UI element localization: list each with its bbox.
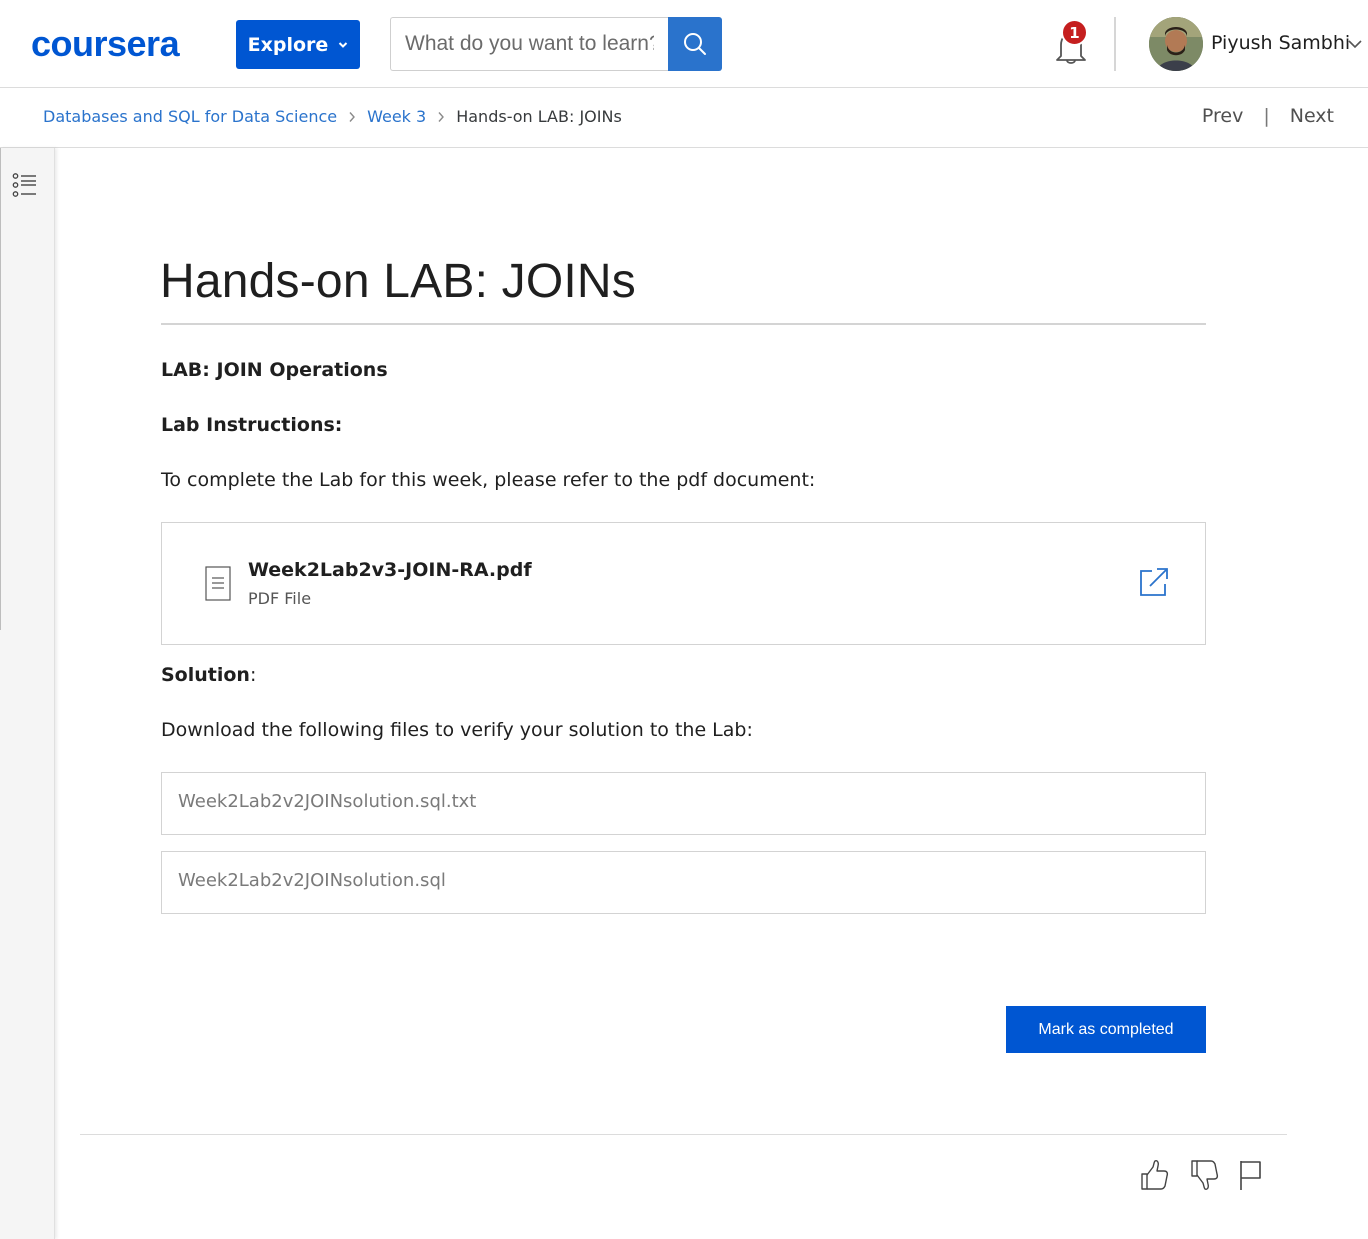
breadcrumb-current: Hands-on LAB: JOINs <box>456 107 622 126</box>
chevron-right-icon <box>349 111 356 122</box>
search-input[interactable] <box>390 17 668 71</box>
prev-button[interactable]: Prev <box>1202 105 1243 127</box>
solution-heading-text: Solution <box>161 664 250 686</box>
explore-button[interactable]: Explore <box>236 20 360 69</box>
chevron-down-icon[interactable] <box>1347 38 1363 50</box>
breadcrumb-week-link[interactable]: Week 3 <box>367 107 426 126</box>
breadcrumb-course-link[interactable]: Databases and SQL for Data Science <box>43 107 337 126</box>
course-outline-rail <box>0 148 55 1239</box>
external-link-icon[interactable] <box>1139 567 1169 597</box>
breadcrumb: Databases and SQL for Data Science Week … <box>43 107 622 126</box>
pdf-file-card[interactable]: Week2Lab2v3-JOIN-RA.pdf PDF File <box>161 522 1206 645</box>
coursera-logo[interactable]: coursera <box>31 24 180 64</box>
header-divider <box>1114 17 1116 71</box>
instructions-heading: Lab Instructions: <box>161 414 343 436</box>
prev-next-nav: Prev | Next <box>1202 105 1334 127</box>
pdf-file-name[interactable]: Week2Lab2v3-JOIN-RA.pdf <box>248 559 532 581</box>
title-divider <box>161 323 1206 325</box>
solution-heading-colon: : <box>249 664 257 686</box>
course-outline-toggle-icon[interactable] <box>12 172 38 198</box>
top-navigation-bar: coursera Explore 1 Piyush Sambhi <box>0 0 1368 88</box>
footer-divider <box>80 1134 1287 1135</box>
flag-icon[interactable] <box>1237 1158 1267 1192</box>
mark-as-completed-button[interactable]: Mark as completed <box>1006 1006 1206 1053</box>
breadcrumb-bar: Databases and SQL for Data Science Week … <box>0 88 1368 148</box>
search-icon <box>684 33 706 55</box>
avatar[interactable] <box>1149 17 1203 71</box>
chevron-down-icon <box>339 41 348 48</box>
download-file-txt[interactable]: Week2Lab2v2JOINsolution.sql.txt <box>161 772 1206 835</box>
lab-heading: LAB: JOIN Operations <box>161 359 388 381</box>
explore-label: Explore <box>247 33 329 56</box>
pdf-file-type: PDF File <box>248 589 312 608</box>
user-name[interactable]: Piyush Sambhi <box>1211 32 1350 54</box>
page-title: Hands-on LAB: JOINs <box>160 255 636 308</box>
solution-heading: Solution: <box>161 664 256 686</box>
next-button[interactable]: Next <box>1290 105 1334 127</box>
chevron-right-icon <box>438 111 445 122</box>
thumbs-down-icon[interactable] <box>1189 1158 1219 1192</box>
download-file-sql[interactable]: Week2Lab2v2JOINsolution.sql <box>161 851 1206 914</box>
download-text: Download the following files to verify y… <box>161 719 753 741</box>
thumbs-up-icon[interactable] <box>1139 1158 1169 1192</box>
search-button[interactable] <box>668 17 722 71</box>
nav-divider: | <box>1263 105 1270 127</box>
document-icon <box>205 566 231 601</box>
notification-badge: 1 <box>1061 19 1088 46</box>
rail-border <box>0 148 1 630</box>
instructions-text: To complete the Lab for this week, pleas… <box>161 469 816 491</box>
